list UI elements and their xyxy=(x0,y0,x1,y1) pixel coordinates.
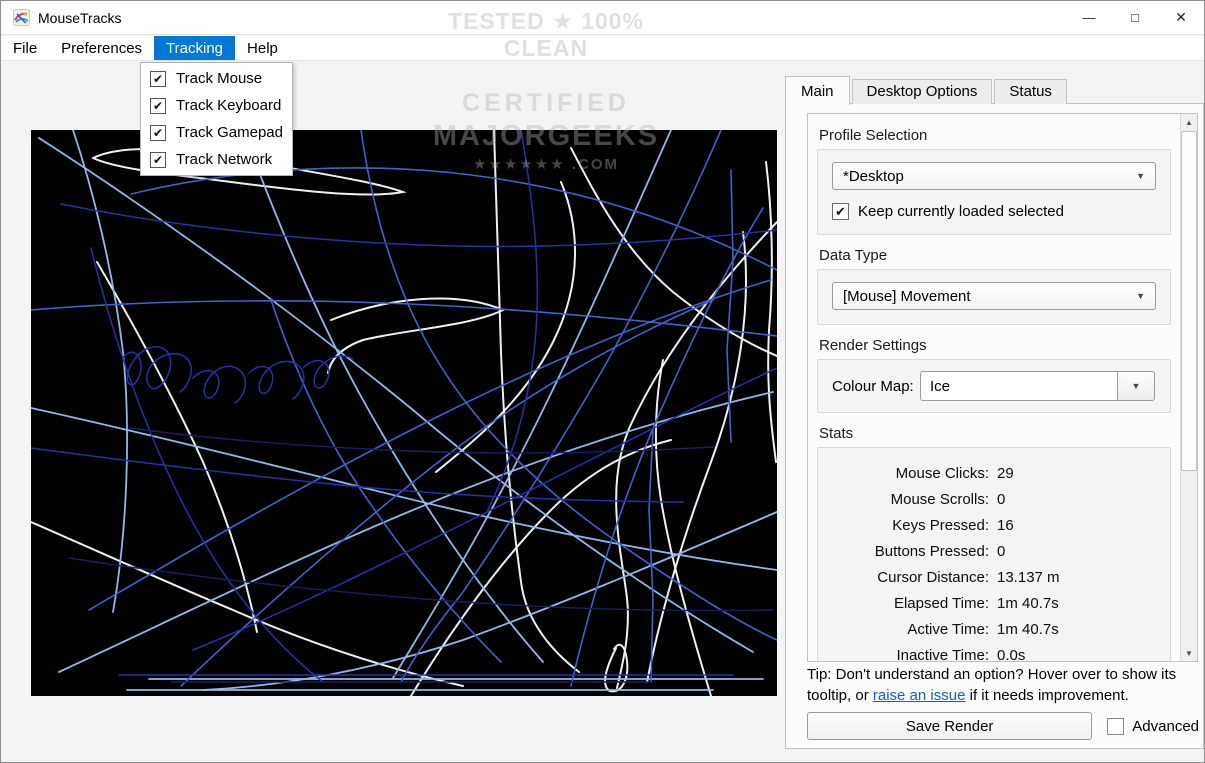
window-title: MouseTracks xyxy=(38,10,122,26)
menu-item-label: Track Network xyxy=(176,151,272,168)
menu-tracking[interactable]: Tracking xyxy=(154,36,235,60)
profile-selection-group: *Desktop ▼ ✔ Keep currently loaded selec… xyxy=(817,149,1171,235)
stat-label: Active Time: xyxy=(832,617,989,643)
checkbox-checked-icon[interactable]: ✔ xyxy=(150,125,166,141)
menu-item-label: Track Mouse xyxy=(176,70,262,87)
colour-map-value: Ice xyxy=(930,378,950,395)
app-window: MouseTracks — □ ✕ File Preferences Track… xyxy=(0,0,1205,763)
stat-value: 1m 40.7s xyxy=(997,617,1156,643)
actions-row: Save Render Advanced xyxy=(807,712,1199,740)
colour-map-input[interactable]: Ice xyxy=(920,371,1118,401)
app-icon xyxy=(13,9,30,26)
stat-value: 16 xyxy=(997,513,1156,539)
window-controls: — □ ✕ xyxy=(1066,1,1204,34)
menu-bar: File Preferences Tracking Help xyxy=(1,36,1204,61)
maximize-button[interactable]: □ xyxy=(1112,1,1158,34)
stat-label: Mouse Scrolls: xyxy=(832,487,989,513)
data-type-title: Data Type xyxy=(819,247,1169,264)
keep-loaded-label: Keep currently loaded selected xyxy=(858,203,1064,220)
profile-dropdown-value: *Desktop xyxy=(843,168,904,185)
checkbox-checked-icon[interactable]: ✔ xyxy=(150,98,166,114)
main-tab-page: Profile Selection *Desktop ▼ ✔ Keep curr… xyxy=(785,103,1204,749)
settings-scroll-area: Profile Selection *Desktop ▼ ✔ Keep curr… xyxy=(807,113,1198,662)
stat-label: Mouse Clicks: xyxy=(832,461,989,487)
menu-item-track-network[interactable]: ✔ Track Network xyxy=(141,146,292,173)
tip-suffix: if it needs improvement. xyxy=(965,687,1128,704)
data-type-dropdown-value: [Mouse] Movement xyxy=(843,288,971,305)
data-type-dropdown[interactable]: [Mouse] Movement ▼ xyxy=(832,282,1156,310)
watermark-line2: CERTIFIED xyxy=(407,89,685,118)
chevron-down-icon: ▼ xyxy=(1132,381,1141,391)
title-bar: MouseTracks — □ ✕ xyxy=(1,1,1204,35)
advanced-label: Advanced xyxy=(1132,718,1199,735)
colour-map-row: Colour Map: Ice ▼ xyxy=(832,371,1156,401)
menu-preferences[interactable]: Preferences xyxy=(49,36,154,60)
stat-label: Buttons Pressed: xyxy=(832,539,989,565)
menu-item-track-mouse[interactable]: ✔ Track Mouse xyxy=(141,65,292,92)
tab-desktop-options[interactable]: Desktop Options xyxy=(852,79,993,104)
save-render-button[interactable]: Save Render xyxy=(807,712,1092,740)
menu-item-label: Track Gamepad xyxy=(176,124,283,141)
menu-item-track-keyboard[interactable]: ✔ Track Keyboard xyxy=(141,92,292,119)
raise-an-issue-link[interactable]: raise an issue xyxy=(873,687,966,704)
data-type-group: [Mouse] Movement ▼ xyxy=(817,269,1171,325)
colour-map-dropdown-button[interactable]: ▼ xyxy=(1118,371,1155,401)
stat-value: 0.0s xyxy=(997,643,1156,661)
stat-label: Elapsed Time: xyxy=(832,591,989,617)
keep-loaded-checkbox[interactable]: ✔ xyxy=(832,203,849,220)
colour-map-label: Colour Map: xyxy=(832,378,920,395)
stat-label: Cursor Distance: xyxy=(832,565,989,591)
render-settings-title: Render Settings xyxy=(819,337,1169,354)
panel-tabs: Main Desktop Options Status xyxy=(785,76,1069,104)
tracking-dropdown-menu: ✔ Track Mouse ✔ Track Keyboard ✔ Track G… xyxy=(140,62,293,176)
menu-file[interactable]: File xyxy=(1,36,49,60)
menu-item-track-gamepad[interactable]: ✔ Track Gamepad xyxy=(141,119,292,146)
scroll-down-icon[interactable]: ▼ xyxy=(1181,645,1197,661)
stat-row: Mouse Clicks: 29 xyxy=(832,461,1156,487)
settings-content: Profile Selection *Desktop ▼ ✔ Keep curr… xyxy=(808,114,1180,661)
stat-row: Elapsed Time: 1m 40.7s xyxy=(832,591,1156,617)
scrollbar-thumb[interactable] xyxy=(1181,131,1197,471)
stat-row: Active Time: 1m 40.7s xyxy=(832,617,1156,643)
profile-selection-title: Profile Selection xyxy=(819,127,1169,144)
close-button[interactable]: ✕ xyxy=(1158,1,1204,34)
menu-help[interactable]: Help xyxy=(235,36,290,60)
stat-label: Keys Pressed: xyxy=(832,513,989,539)
checkbox-checked-icon[interactable]: ✔ xyxy=(150,152,166,168)
tip-text: Tip: Don't understand an option? Hover o… xyxy=(807,665,1189,706)
render-canvas xyxy=(31,130,777,696)
chevron-down-icon: ▼ xyxy=(1136,171,1145,181)
stat-row: Inactive Time: 0.0s xyxy=(832,643,1156,661)
stat-value: 29 xyxy=(997,461,1156,487)
render-settings-group: Colour Map: Ice ▼ xyxy=(817,359,1171,413)
menu-item-label: Track Keyboard xyxy=(176,97,281,114)
profile-dropdown[interactable]: *Desktop ▼ xyxy=(832,162,1156,190)
stats-title: Stats xyxy=(819,425,1169,442)
stat-label: Inactive Time: xyxy=(832,643,989,661)
tab-main[interactable]: Main xyxy=(785,76,850,105)
stat-row: Cursor Distance: 13.137 m xyxy=(832,565,1156,591)
stat-value: 0 xyxy=(997,487,1156,513)
scroll-up-icon[interactable]: ▲ xyxy=(1181,114,1197,130)
tab-status[interactable]: Status xyxy=(994,79,1067,104)
chevron-down-icon: ▼ xyxy=(1136,291,1145,301)
stat-value: 13.137 m xyxy=(997,565,1156,591)
stat-row: Keys Pressed: 16 xyxy=(832,513,1156,539)
stat-value: 0 xyxy=(997,539,1156,565)
tracks-svg xyxy=(31,130,777,696)
stat-row: Buttons Pressed: 0 xyxy=(832,539,1156,565)
keep-loaded-row: ✔ Keep currently loaded selected xyxy=(832,203,1156,220)
advanced-checkbox[interactable] xyxy=(1107,718,1124,735)
minimize-button[interactable]: — xyxy=(1066,1,1112,34)
vertical-scrollbar[interactable]: ▲ ▼ xyxy=(1180,114,1197,661)
checkbox-checked-icon[interactable]: ✔ xyxy=(150,71,166,87)
stat-value: 1m 40.7s xyxy=(997,591,1156,617)
stat-row: Mouse Scrolls: 0 xyxy=(832,487,1156,513)
stats-group: Mouse Clicks: 29 Mouse Scrolls: 0 Keys Pre… xyxy=(817,447,1171,661)
